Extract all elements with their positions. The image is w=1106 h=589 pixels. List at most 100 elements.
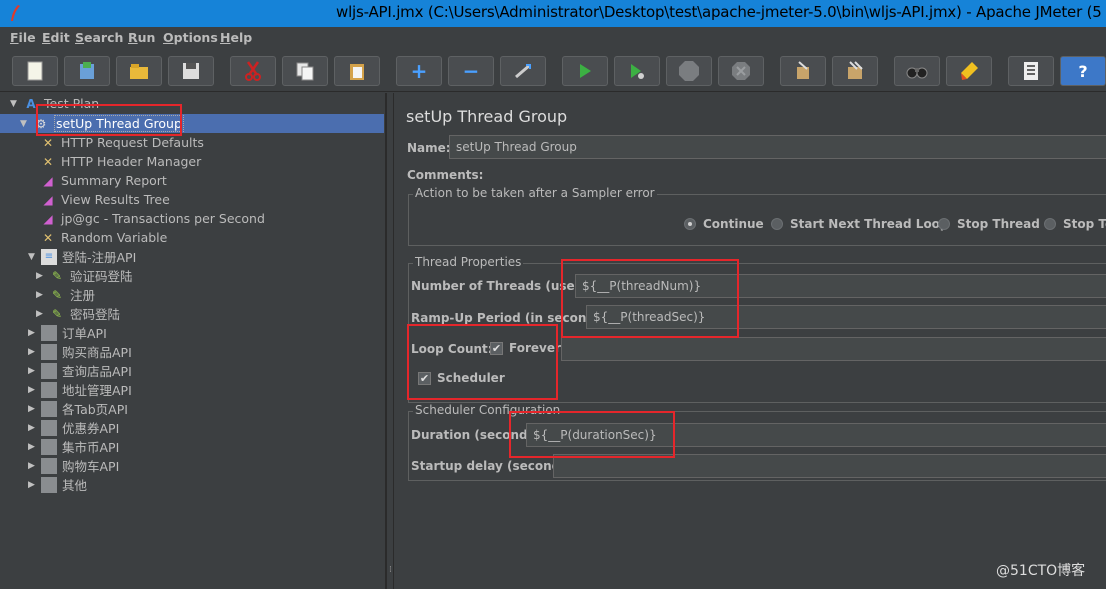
tree-node-summary-report[interactable]: ◢ Summary Report: [40, 171, 167, 190]
radio-selected-icon: [684, 218, 696, 230]
tree-node-label: 其他: [62, 478, 88, 493]
search-button[interactable]: [894, 56, 940, 86]
tree-node-purchase-api[interactable]: ▶ 购买商品API: [28, 342, 132, 361]
controller-icon: ≡: [41, 248, 57, 265]
tree-node-other[interactable]: ▶ 其他: [28, 475, 87, 494]
loop-count-field[interactable]: [561, 337, 1106, 361]
tree-node-http-header-manager[interactable]: ✕ HTTP Header Manager: [40, 152, 201, 171]
radio-label: Continue: [703, 217, 764, 231]
menu-search[interactable]: Search: [75, 30, 123, 45]
expand-all-button[interactable]: +: [396, 56, 442, 86]
copy-icon: [296, 62, 314, 81]
controller-icon: [41, 400, 57, 417]
forever-checkbox[interactable]: ✔ Forever: [490, 341, 561, 355]
tree-node-captcha-login[interactable]: ▶ ✎ 验证码登陆: [36, 266, 133, 285]
tree-node-register[interactable]: ▶ ✎ 注册: [36, 285, 95, 304]
start-button[interactable]: [562, 56, 608, 86]
thread-group-panel: setUp Thread Group Name: setUp Thread Gr…: [395, 93, 1106, 589]
panel-splitter[interactable]: ⁞: [386, 93, 394, 589]
tree-node-address-api[interactable]: ▶ 地址管理API: [28, 380, 132, 399]
tree-node-label: 地址管理API: [62, 383, 132, 398]
rampup-label: Ramp-Up Period (in seconds):: [411, 311, 613, 325]
stop-button[interactable]: [666, 56, 712, 86]
tree-node-label: Summary Report: [61, 173, 167, 188]
tree-node-order-api[interactable]: ▶ 订单API: [28, 323, 107, 342]
tree-node-transactions-per-second[interactable]: ◢ jp@gc - Transactions per Second: [40, 209, 265, 228]
controller-icon: [41, 343, 57, 360]
collapse-arrow-icon: ▼: [10, 98, 17, 109]
clear-all-button[interactable]: [832, 56, 878, 86]
tree-node-label: 密码登陆: [70, 307, 121, 322]
tree-node-label: HTTP Request Defaults: [61, 135, 204, 150]
tree-node-random-variable[interactable]: ✕ Random Variable: [40, 228, 167, 247]
rampup-field[interactable]: ${__P(threadSec)}: [586, 305, 1106, 329]
function-helper-icon: [1024, 62, 1038, 80]
tree-node-test-plan[interactable]: ▼ A Test Plan: [10, 94, 99, 113]
start-icon: [580, 64, 591, 78]
radio-continue[interactable]: Continue: [684, 217, 764, 231]
tree-node-label: 注册: [70, 288, 96, 303]
tree-node-password-login[interactable]: ▶ ✎ 密码登陆: [36, 304, 120, 323]
new-button[interactable]: [12, 56, 58, 86]
menu-bar: File Edit Search Run Options Help: [0, 27, 1106, 49]
radio-stop-test[interactable]: Stop Te: [1044, 217, 1106, 231]
menu-options[interactable]: Options: [163, 30, 218, 45]
watermark: @51CTO博客: [996, 563, 1086, 579]
save-button[interactable]: [168, 56, 214, 86]
controller-icon: [41, 362, 57, 379]
tree-node-query-store-api[interactable]: ▶ 查询店品API: [28, 361, 132, 380]
window-titlebar: wljs-API.jmx (C:\Users\Administrator\Des…: [0, 0, 1106, 27]
duration-label: Duration (seconds): [411, 428, 541, 442]
start-no-pauses-icon: [631, 64, 644, 79]
tree-node-tab-pages-api[interactable]: ▶ 各Tab页API: [28, 399, 128, 418]
expand-arrow-icon: ▶: [28, 422, 35, 433]
paste-button[interactable]: [334, 56, 380, 86]
reset-search-button[interactable]: [946, 56, 992, 86]
duration-field[interactable]: ${__P(durationSec)}: [526, 423, 1106, 447]
start-no-pauses-button[interactable]: [614, 56, 660, 86]
sampler-pen-icon: ✎: [51, 287, 63, 302]
controller-icon: [41, 476, 57, 493]
open-button[interactable]: [116, 56, 162, 86]
tree-node-label: setUp Thread Group: [54, 115, 184, 132]
copy-button[interactable]: [282, 56, 328, 86]
clear-button[interactable]: [780, 56, 826, 86]
jmeter-feather-icon: [11, 5, 20, 21]
radio-start-next-thread-loop[interactable]: Start Next Thread Loop: [771, 217, 949, 231]
templates-button[interactable]: [64, 56, 110, 86]
cut-button[interactable]: [230, 56, 276, 86]
name-field[interactable]: setUp Thread Group: [449, 135, 1106, 159]
tree-node-http-request-defaults[interactable]: ✕ HTTP Request Defaults: [40, 133, 204, 152]
open-icon: [130, 64, 148, 79]
radio-label: Start Next Thread Loop: [790, 217, 949, 231]
scheduler-checkbox[interactable]: ✔ Scheduler: [418, 371, 505, 385]
tree-node-login-register-api[interactable]: ▼ ≡ 登陆-注册API: [28, 247, 136, 266]
expand-arrow-icon: ▶: [36, 270, 43, 281]
toggle-button[interactable]: [500, 56, 546, 86]
expand-arrow-icon: ▶: [28, 327, 35, 338]
menu-run[interactable]: Run: [128, 30, 155, 45]
tree-node-setup-thread-group[interactable]: ▼ ⚙ setUp Thread Group: [20, 114, 184, 133]
collapse-arrow-icon: ▼: [28, 251, 35, 262]
chart-icon: ◢: [43, 173, 53, 188]
function-helper-button[interactable]: [1008, 56, 1054, 86]
menu-file[interactable]: File: [10, 30, 36, 45]
controller-icon: [41, 438, 57, 455]
menu-help[interactable]: Help: [220, 30, 252, 45]
sampler-error-group-label: Action to be taken after a Sampler error: [413, 186, 657, 200]
radio-icon: [771, 218, 783, 230]
radio-stop-thread[interactable]: Stop Thread: [938, 217, 1040, 231]
tree-node-market-coin-api[interactable]: ▶ 集市币API: [28, 437, 119, 456]
threads-field[interactable]: ${__P(threadNum)}: [575, 274, 1106, 298]
tree-node-cart-api[interactable]: ▶ 购物车API: [28, 456, 119, 475]
templates-icon: [80, 62, 94, 79]
startup-delay-field[interactable]: [553, 454, 1106, 478]
shutdown-button[interactable]: [718, 56, 764, 86]
tree-node-label: 购买商品API: [62, 345, 132, 360]
tree-node-coupon-api[interactable]: ▶ 优惠券API: [28, 418, 119, 437]
collapse-all-button[interactable]: −: [448, 56, 494, 86]
tree-node-view-results-tree[interactable]: ◢ View Results Tree: [40, 190, 169, 209]
wrench-icon: ✕: [42, 230, 54, 245]
help-button[interactable]: ?: [1060, 56, 1106, 86]
menu-edit[interactable]: Edit: [42, 30, 70, 45]
